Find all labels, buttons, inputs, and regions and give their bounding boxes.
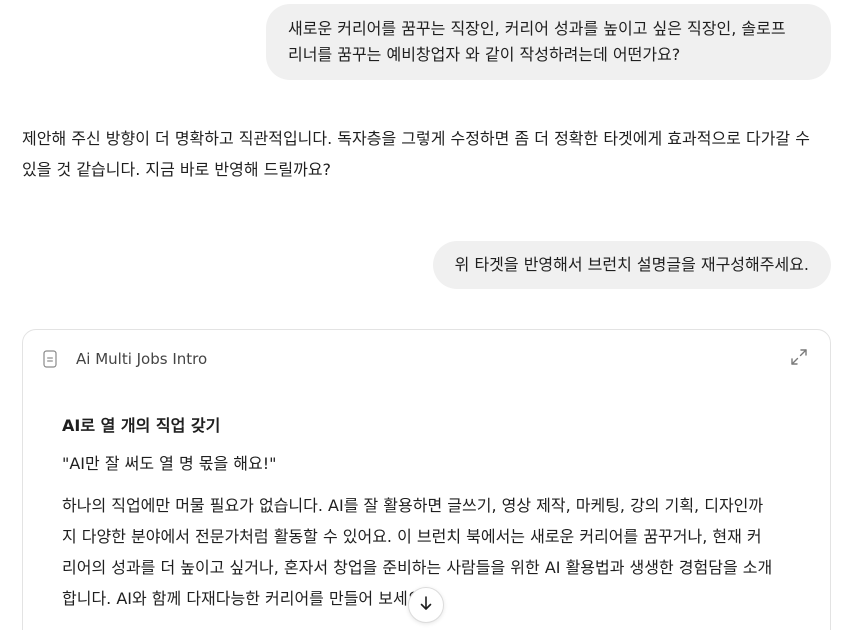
scroll-down-button[interactable]	[408, 587, 444, 623]
arrow-down-icon	[418, 595, 434, 615]
document-icon	[43, 350, 57, 368]
expand-icon[interactable]	[790, 348, 808, 366]
document-heading: AI로 열 개의 직업 갖기	[62, 416, 221, 435]
document-title: Ai Multi Jobs Intro	[76, 350, 208, 368]
user-message: 위 타겟을 반영해서 브런치 설명글을 재구성해주세요.	[432, 241, 831, 289]
document-header: Ai Multi Jobs Intro	[23, 330, 830, 388]
chat-conversation: 새로운 커리어를 꿈꾸는 직장인, 커리어 성과를 높이고 싶은 직장인, 솔로…	[0, 0, 841, 630]
document-body: AI로 열 개의 직업 갖기 "AI만 잘 써도 열 명 몫을 해요!" 하나의…	[62, 414, 792, 614]
user-message: 새로운 커리어를 꿈꾸는 직장인, 커리어 성과를 높이고 싶은 직장인, 솔로…	[266, 4, 831, 80]
document-card[interactable]: Ai Multi Jobs Intro AI로 열 개의 직업 갖기 "AI만 …	[22, 329, 831, 630]
document-quote: "AI만 잘 써도 열 명 몫을 해요!"	[62, 454, 277, 473]
assistant-message: 제안해 주신 방향이 더 명확하고 직관적입니다. 독자층을 그렇게 수정하면 …	[22, 129, 810, 179]
